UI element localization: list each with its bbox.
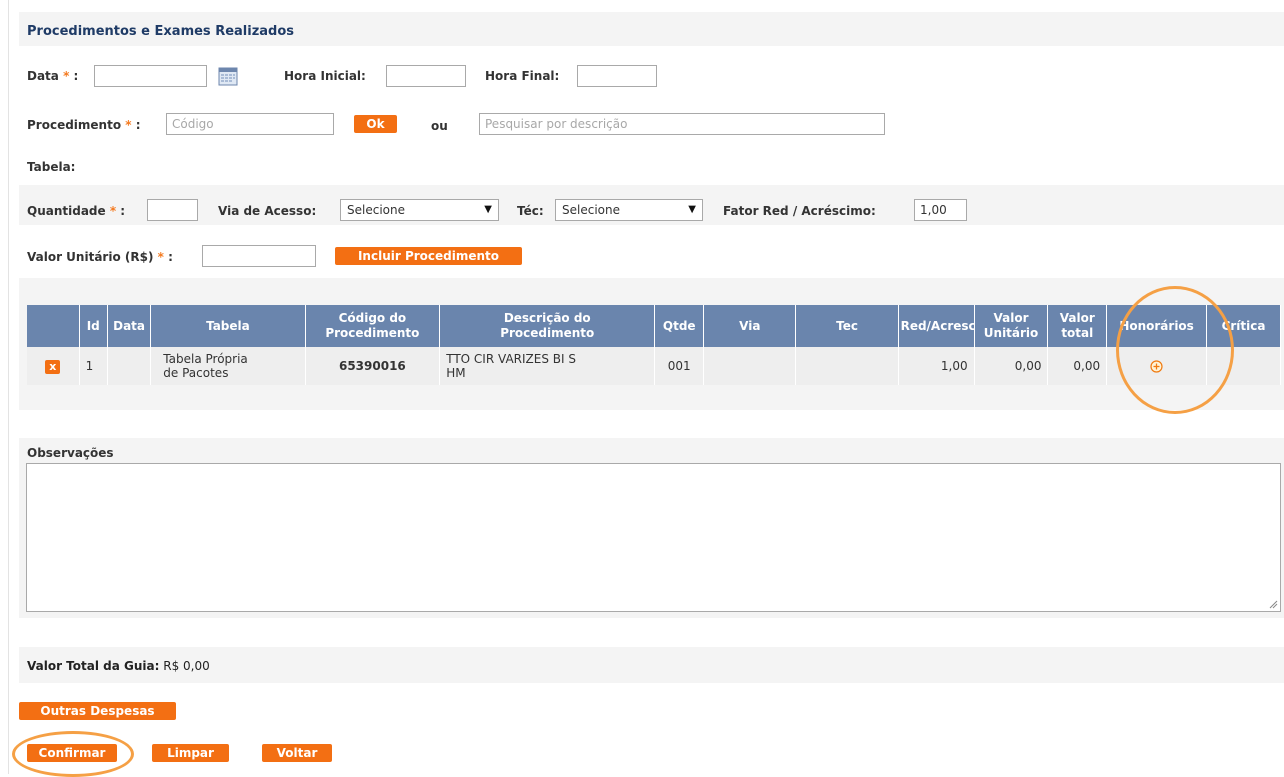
cell-tabela: Tabela Própria de Pacotes	[150, 347, 306, 385]
confirmar-highlight-ring	[12, 731, 134, 777]
observacoes-textarea[interactable]	[26, 463, 1281, 612]
data-label: Data * :	[27, 69, 79, 83]
hora-inicial-label: Hora Inicial:	[284, 69, 366, 83]
fator-label: Fator Red / Acréscimo:	[723, 204, 876, 218]
header-codigo: Código do Procedimento	[305, 305, 441, 347]
procedimentos-table: Id Data Tabela Código do Procedimento Des…	[27, 305, 1281, 385]
tec-label: Téc:	[517, 204, 544, 218]
hora-final-input[interactable]	[577, 65, 657, 87]
cell-valor-unitario: 0,00	[974, 347, 1049, 385]
cell-data	[107, 347, 152, 385]
resize-grip-icon[interactable]	[1268, 599, 1278, 609]
honorarios-highlight-ring	[1116, 286, 1234, 414]
hora-final-label: Hora Final:	[485, 69, 560, 83]
tabela-label: Tabela:	[27, 160, 76, 174]
header-tec: Tec	[795, 305, 899, 347]
header-id: Id	[79, 305, 108, 347]
via-acesso-select[interactable]: Selecione ▼	[340, 199, 499, 221]
chevron-down-icon: ▼	[688, 204, 696, 215]
valor-unitario-label: Valor Unitário (R$) * :	[27, 250, 173, 264]
cell-red-acresc: 1,00	[898, 347, 975, 385]
procedimento-label: Procedimento * :	[27, 118, 141, 132]
valor-total-value: R$ 0,00	[163, 659, 210, 673]
table-header-row: Id Data Tabela Código do Procedimento Des…	[27, 305, 1281, 347]
via-acesso-label: Via de Acesso:	[218, 204, 317, 218]
cell-tec	[795, 347, 899, 385]
observacoes-label: Observações	[27, 446, 114, 460]
delete-row-button[interactable]: x	[45, 359, 61, 374]
table-row: x 1 Tabela Própria de Pacotes 65390016 TT…	[27, 347, 1281, 385]
ok-button[interactable]: Ok	[354, 115, 397, 133]
valor-total-line: Valor Total da Guia: R$ 0,00	[27, 659, 210, 673]
incluir-procedimento-button[interactable]: Incluir Procedimento	[335, 247, 522, 265]
header-descricao: Descrição do Procedimento	[439, 305, 656, 347]
cell-qtde: 001	[654, 347, 705, 385]
data-input[interactable]	[94, 65, 207, 87]
valor-unitario-input[interactable]	[202, 245, 316, 267]
header-via: Via	[703, 305, 797, 347]
cell-id: 1	[79, 347, 108, 385]
section-title: Procedimentos e Exames Realizados	[27, 24, 295, 39]
cell-codigo: 65390016	[305, 347, 441, 385]
fator-input[interactable]	[914, 199, 967, 221]
outras-despesas-button[interactable]: Outras Despesas	[19, 702, 176, 720]
cell-via	[703, 347, 797, 385]
codigo-input[interactable]	[166, 113, 334, 135]
quantidade-input[interactable]	[147, 199, 198, 221]
descricao-search-input[interactable]	[479, 113, 885, 135]
chevron-down-icon: ▼	[484, 204, 492, 215]
row-actions-cell: x	[27, 347, 80, 385]
valor-total-label: Valor Total da Guia:	[27, 659, 160, 673]
left-border	[8, 0, 9, 774]
header-red-acresc: Red/Acresc	[898, 305, 976, 347]
tec-select[interactable]: Selecione ▼	[555, 199, 703, 221]
cell-descricao: TTO CIR VARIZES BI S HM	[439, 347, 656, 385]
header-valor-total: Valor total	[1047, 305, 1108, 347]
header-qtde: Qtde	[654, 305, 705, 347]
quantidade-label: Quantidade * :	[27, 204, 126, 218]
calendar-icon[interactable]	[217, 65, 239, 87]
limpar-button[interactable]: Limpar	[152, 744, 229, 762]
voltar-button[interactable]: Voltar	[262, 744, 332, 762]
cell-valor-total: 0,00	[1047, 347, 1108, 385]
header-valor-unitario: Valor Unitário	[974, 305, 1049, 347]
header-tabela: Tabela	[150, 305, 306, 347]
ou-label: ou	[431, 119, 448, 133]
header-data: Data	[107, 305, 152, 347]
header-actions	[27, 305, 80, 347]
hora-inicial-input[interactable]	[386, 65, 466, 87]
